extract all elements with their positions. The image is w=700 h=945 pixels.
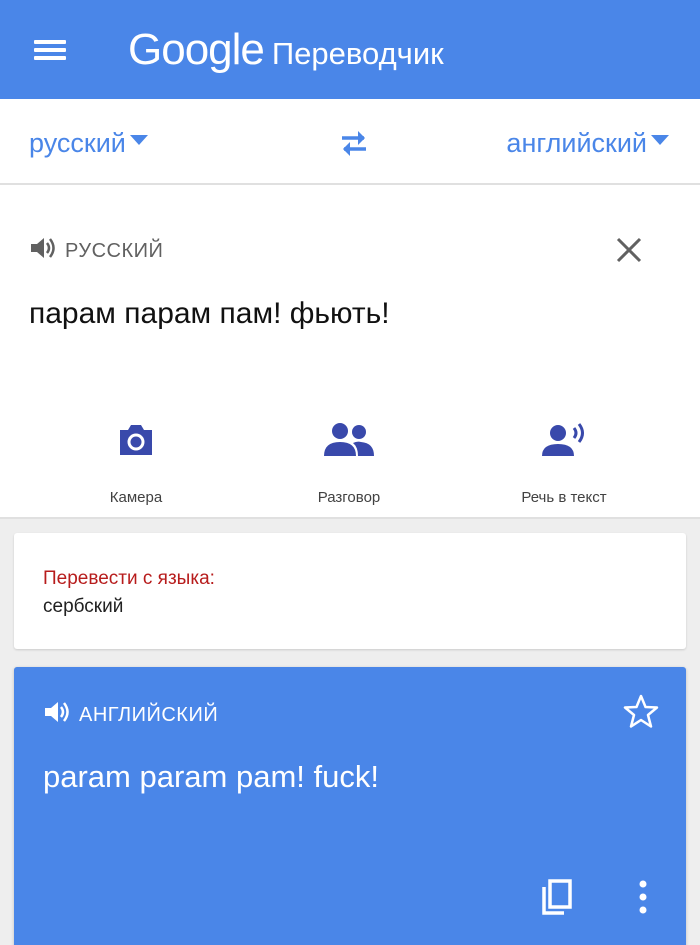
speaker-icon[interactable] — [29, 235, 65, 267]
app-bar: Google Переводчик — [0, 0, 700, 99]
translation-text: param param pam! fuck! — [43, 759, 379, 794]
star-icon[interactable] — [622, 693, 660, 731]
more-options-icon[interactable] — [628, 877, 658, 917]
source-language-selector[interactable]: русский — [29, 125, 148, 161]
people-icon — [279, 417, 419, 463]
detect-language-card[interactable]: Перевести с языка: сербский — [14, 533, 686, 649]
google-logo: Google — [128, 25, 265, 74]
source-language-label: русский — [29, 127, 126, 158]
copy-icon[interactable] — [536, 877, 576, 917]
input-card: РУССКИЙ парам парам пам! фьють! Камера Р… — [0, 185, 700, 519]
target-language-selector[interactable]: английский — [506, 125, 669, 161]
target-language-heading: АНГЛИЙСКИЙ — [43, 699, 218, 731]
app-name: Переводчик — [271, 36, 444, 71]
camera-button[interactable]: Камера — [66, 417, 206, 506]
conversation-button[interactable]: Разговор — [279, 417, 419, 506]
language-bar: русский английский — [0, 99, 700, 185]
camera-label: Камера — [109, 489, 163, 506]
speaker-icon[interactable] — [43, 699, 79, 731]
hamburger-menu-icon[interactable] — [22, 26, 78, 74]
camera-icon — [66, 417, 206, 463]
speech-to-text-button[interactable]: Речь в текст — [494, 417, 634, 506]
translation-result-card: АНГЛИЙСКИЙ param param pam! fuck! — [14, 667, 686, 945]
conversation-label: Разговор — [317, 489, 381, 506]
dropdown-arrow-icon — [651, 135, 669, 145]
source-language-caption: РУССКИЙ — [65, 239, 164, 262]
target-language-caption: АНГЛИЙСКИЙ — [79, 703, 219, 726]
source-text-input[interactable]: парам парам пам! фьють! — [29, 297, 390, 331]
target-language-label: английский — [506, 127, 647, 158]
source-language-heading: РУССКИЙ — [29, 235, 163, 267]
dropdown-arrow-icon — [129, 135, 148, 145]
speech-to-text-label: Речь в текст — [521, 489, 607, 506]
swap-arrows-icon[interactable] — [334, 123, 374, 163]
detect-language-title: Перевести с языка: — [43, 568, 215, 589]
detected-language: сербский — [43, 596, 124, 617]
app-title: Google Переводчик — [128, 24, 444, 76]
close-icon[interactable] — [610, 231, 648, 269]
voice-person-icon — [494, 417, 634, 463]
